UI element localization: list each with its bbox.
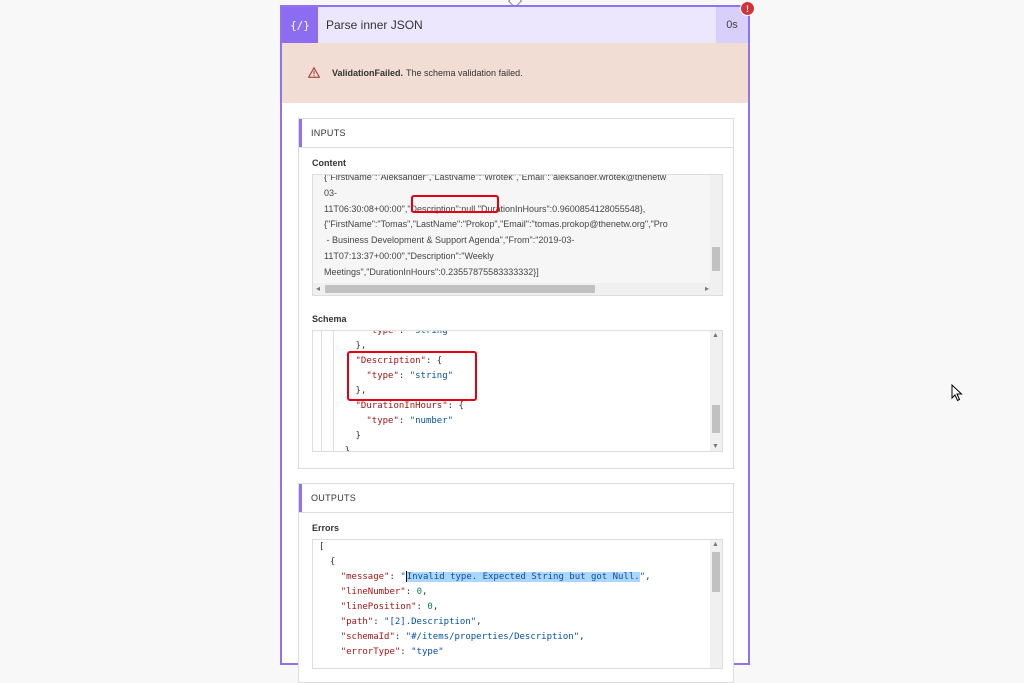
mouse-pointer-icon (951, 383, 963, 407)
content-line: - Business Development & Support Agenda"… (324, 235, 575, 246)
content-line: Meetings","DurationInHours":0.2355787558… (324, 266, 539, 277)
content-vertical-scrollbar[interactable] (710, 175, 722, 295)
schema-viewer[interactable]: "type": "string" }, "Description": { "ty… (312, 330, 723, 452)
content-line: 03- (324, 187, 338, 198)
errors-vertical-scrollbar[interactable]: ▲ (710, 540, 722, 668)
scroll-up-icon[interactable]: ▲ (712, 332, 719, 339)
curly-braces-icon: {∕} (282, 7, 318, 43)
description-null-highlight (411, 195, 499, 213)
scroll-thumb[interactable] (712, 247, 720, 271)
error-status: ValidationFailed. (332, 68, 404, 78)
content-line: 11T07:13:37+00:00","Description":"Weekly (324, 250, 494, 261)
content-horizontal-scrollbar[interactable]: ◂ ▸ (313, 283, 712, 295)
scroll-thumb[interactable] (325, 285, 595, 293)
description-schema-highlight (347, 351, 477, 401)
content-line: {"FirstName":"Aleksander","LastName":"Wr… (324, 174, 667, 182)
schema-vertical-scrollbar[interactable]: ▲ ▼ (710, 331, 722, 451)
schema-label: Schema (312, 314, 347, 324)
scroll-right-icon[interactable]: ▸ (705, 284, 709, 293)
selected-message[interactable]: Invalid type. Expected String but got Nu… (406, 572, 640, 582)
error-badge-icon: ! (740, 1, 755, 16)
action-title: Parse inner JSON (326, 18, 423, 32)
outputs-heading[interactable]: OUTPUTS (299, 484, 733, 513)
action-header[interactable]: {∕} Parse inner JSON 0s ! (282, 1, 755, 43)
content-text: {"FirstName":"Aleksander","LastName":"Wr… (324, 174, 709, 281)
inputs-panel: INPUTS Content {"FirstName":"Aleksander"… (298, 118, 734, 469)
warning-triangle-icon (307, 66, 321, 80)
scroll-up-icon[interactable]: ▲ (712, 541, 719, 548)
inputs-heading[interactable]: INPUTS (299, 119, 733, 148)
content-viewer[interactable]: {"FirstName":"Aleksander","LastName":"Wr… (312, 174, 723, 296)
errors-code: [ { "message": "Invalid type. Expected S… (319, 542, 651, 657)
error-message: The schema validation failed. (406, 68, 523, 78)
scroll-thumb[interactable] (712, 405, 720, 433)
action-card: {∕} Parse inner JSON 0s ! ValidationFail… (280, 1, 755, 683)
errors-label: Errors (312, 523, 340, 533)
outputs-panel: OUTPUTS Errors [ { "message": "Invalid t… (298, 483, 734, 683)
scroll-left-icon[interactable]: ◂ (316, 284, 320, 293)
indent-guide (321, 331, 322, 451)
scroll-down-icon[interactable]: ▼ (712, 443, 719, 450)
content-line: 11T06:30:08+00:00","Description":null,"D… (324, 203, 646, 214)
scroll-thumb[interactable] (712, 552, 720, 592)
error-banner: ValidationFailed. The schema validation … (282, 43, 748, 103)
content-label: Content (312, 158, 346, 168)
content-line: {"FirstName":"Tomas","LastName":"Prokop"… (324, 219, 668, 230)
errors-viewer[interactable]: [ { "message": "Invalid type. Expected S… (312, 539, 723, 669)
